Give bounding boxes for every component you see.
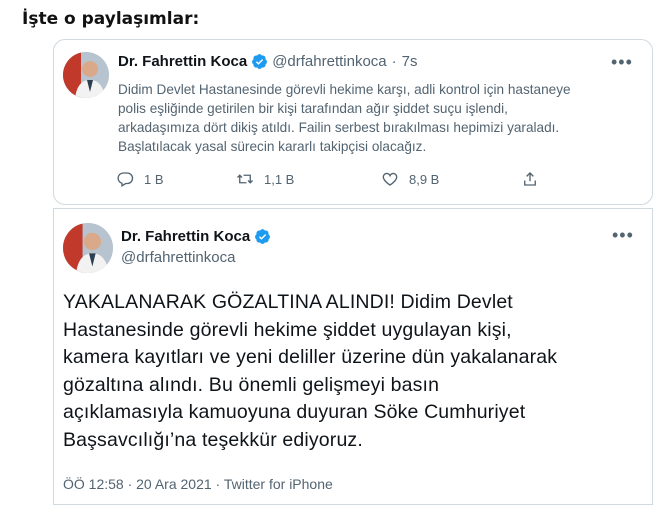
- share-button[interactable]: [521, 170, 549, 188]
- like-icon: [382, 172, 398, 186]
- separator-dot: ·: [391, 53, 397, 70]
- verified-badge-icon: [255, 229, 271, 244]
- author-handle[interactable]: @drfahrettinkoca: [121, 249, 235, 266]
- retweet-icon: [237, 174, 253, 184]
- like-count: 8,9 B: [409, 171, 440, 187]
- reply-button[interactable]: 1 B: [116, 170, 164, 188]
- tweet-time[interactable]: 7s: [402, 53, 418, 70]
- more-icon[interactable]: •••: [611, 52, 633, 73]
- tweet-card-1[interactable]: Dr. Fahrettin Koca @drfahrettinkoca · 7s…: [53, 39, 653, 205]
- share-icon: [524, 172, 536, 186]
- tweet-text-line: Hastanesinde görevli hekime şiddet uygul…: [63, 318, 512, 341]
- headline: İşte o paylaşımlar:: [22, 9, 200, 29]
- tweet-text-line: Başsavcılığı’na teşekkür ediyoruz.: [63, 428, 363, 451]
- tweet-text-line: Didim Devlet Hastanesinde görevli hekime…: [118, 82, 571, 97]
- avatar[interactable]: [63, 223, 113, 273]
- tweet-text-line: kamera kayıtları ve yeni deliller üzerin…: [63, 346, 558, 368]
- retweet-count: 1,1 B: [264, 171, 295, 187]
- tweet-actions: 1 B 1,1 B 8,9 B: [116, 170, 616, 190]
- tweet-text: YAKALANARAK GÖZALTINA ALINDI! Didim Devl…: [63, 289, 648, 454]
- tweet-text-line: polis eşliğinde getirilen bir kişi taraf…: [118, 101, 508, 116]
- avatar[interactable]: [63, 52, 109, 98]
- tweet-text-line: YAKALANARAK GÖZALTINA ALINDI! Didim Devl…: [63, 291, 513, 313]
- reply-count: 1 B: [144, 171, 164, 187]
- tweet-text-line: arkadaşımıza dört dikiş atıldı. Failin s…: [118, 120, 560, 135]
- tweet-card-2[interactable]: Dr. Fahrettin Koca @drfahrettinkoca ••• …: [53, 208, 653, 505]
- author-handle[interactable]: @drfahrettinkoca: [272, 53, 386, 70]
- tweet-text: Didim Devlet Hastanesinde görevli hekime…: [118, 80, 638, 156]
- author-name[interactable]: Dr. Fahrettin Koca: [121, 228, 250, 245]
- retweet-button[interactable]: 1,1 B: [236, 170, 294, 188]
- tweet-text-line: gözaltına alındı. Bu önemli gelişmeyi ba…: [63, 373, 440, 396]
- reply-icon: [117, 172, 134, 187]
- verified-badge-icon: [252, 54, 268, 69]
- like-button[interactable]: 8,9 B: [381, 170, 439, 188]
- tweet-timestamp-source[interactable]: ÖÖ 12:58 · 20 Ara 2021 · Twitter for iPh…: [63, 476, 333, 492]
- tweet-text-line: açıklamasıyla kamuoyuna duyuran Söke Cum…: [63, 401, 526, 423]
- author-name[interactable]: Dr. Fahrettin Koca: [118, 53, 247, 70]
- more-icon[interactable]: •••: [612, 225, 634, 246]
- tweet-text-line: Başlatılacak yasal sürecin kararlı takip…: [118, 139, 427, 154]
